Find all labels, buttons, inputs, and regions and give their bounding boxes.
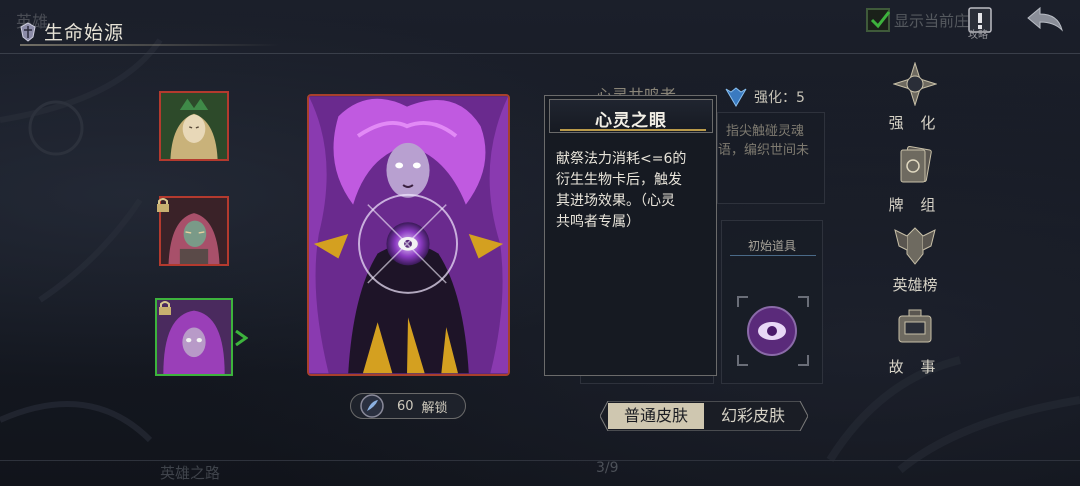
hero-thumb-1[interactable] [159, 91, 229, 161]
menu-leaderboard-label: 英雄榜 [892, 276, 938, 294]
scroll-book-icon [898, 309, 932, 343]
skill-tooltip: 心灵之眼 献祭法力消耗<=6的 衍生生物卡后，触发 其进场效果。（心灵 共鸣者专… [544, 95, 717, 376]
hero-description-line-2: 语，编织世间未 [718, 143, 810, 158]
feather-gem-icon [360, 394, 384, 418]
hero-portrait-2 [161, 198, 227, 264]
winged-crest-icon [894, 227, 936, 265]
page-title: 生命始源 [44, 22, 125, 44]
menu-enhance-label: 强 化 [888, 114, 942, 132]
tooltip-line: 献祭法力消耗<=6的 [556, 151, 687, 167]
top-bar: 英雄 生命始源 显示当前庄 攻略 [0, 0, 1080, 54]
bottom-left-text: 英雄之路 [160, 464, 221, 482]
enhance-label: 强化：5 [754, 90, 805, 106]
hero-card-art [307, 94, 510, 376]
unlock-cost: 60 [397, 398, 414, 414]
card-deck-icon [900, 145, 932, 183]
guide-label: 攻略 [968, 30, 988, 41]
tooltip-title-rule [560, 129, 706, 131]
skin-toggle: 普通皮肤 幻彩皮肤 [600, 401, 808, 431]
top-divider [0, 53, 1080, 54]
hero-description: 指尖触碰灵魂 语，编织世间未 [717, 112, 825, 204]
tooltip-header: 心灵之眼 [549, 99, 713, 133]
skin-normal-tab[interactable]: 普通皮肤 [608, 403, 704, 429]
eye-orb-icon[interactable] [746, 305, 798, 357]
compass-star-icon [893, 62, 937, 106]
hero-portrait-1 [161, 93, 227, 159]
lock-icon [159, 301, 171, 315]
menu-leaderboard[interactable]: 英雄榜 [878, 224, 948, 300]
tooltip-body: 献祭法力消耗<=6的 衍生生物卡后，触发 其进场效果。（心灵 共鸣者专属） [556, 149, 708, 233]
unlock-label: 解锁 [421, 400, 448, 416]
back-arrow-icon[interactable] [1024, 6, 1066, 36]
tooltip-line: 共鸣者专属） [556, 214, 640, 230]
page-title-group: 生命始源 [18, 18, 124, 45]
lock-icon [157, 198, 169, 212]
show-current-checkbox[interactable] [866, 8, 890, 32]
menu-deck-label: 牌 组 [888, 196, 942, 214]
menu-deck[interactable]: 牌 组 [878, 144, 948, 220]
show-current-label: 显示当前庄 [894, 11, 970, 30]
starting-item-title: 初始道具 [747, 239, 796, 253]
tooltip-title: 心灵之眼 [595, 111, 667, 131]
menu-enhance[interactable]: 强 化 [878, 62, 948, 138]
selected-arrow-icon [235, 330, 248, 346]
wing-crest-icon [725, 87, 747, 107]
menu-story[interactable]: 故 事 [878, 306, 948, 382]
tooltip-line: 衍生生物卡后，触发 [556, 172, 682, 188]
menu-story-label: 故 事 [888, 358, 942, 376]
tooltip-line: 其进场效果。（心灵 [556, 193, 675, 209]
hero-description-line-1: 指尖触碰灵魂 [726, 124, 805, 139]
enhance-level: 强化：5 [724, 86, 805, 108]
bottom-divider [0, 460, 1080, 461]
skin-fancy-tab[interactable]: 幻彩皮肤 [706, 403, 800, 429]
starting-item-divider [730, 255, 816, 256]
starting-item-panel: 初始道具 [721, 220, 823, 384]
page-indicator: 3/9 [596, 460, 619, 476]
hero-illustration [309, 96, 508, 374]
title-underline [20, 44, 280, 46]
crest-icon [20, 21, 36, 42]
unlock-button[interactable]: 60 解锁 [350, 393, 466, 419]
check-icon [870, 11, 890, 29]
show-current-toggle[interactable]: 显示当前庄 [866, 8, 969, 32]
